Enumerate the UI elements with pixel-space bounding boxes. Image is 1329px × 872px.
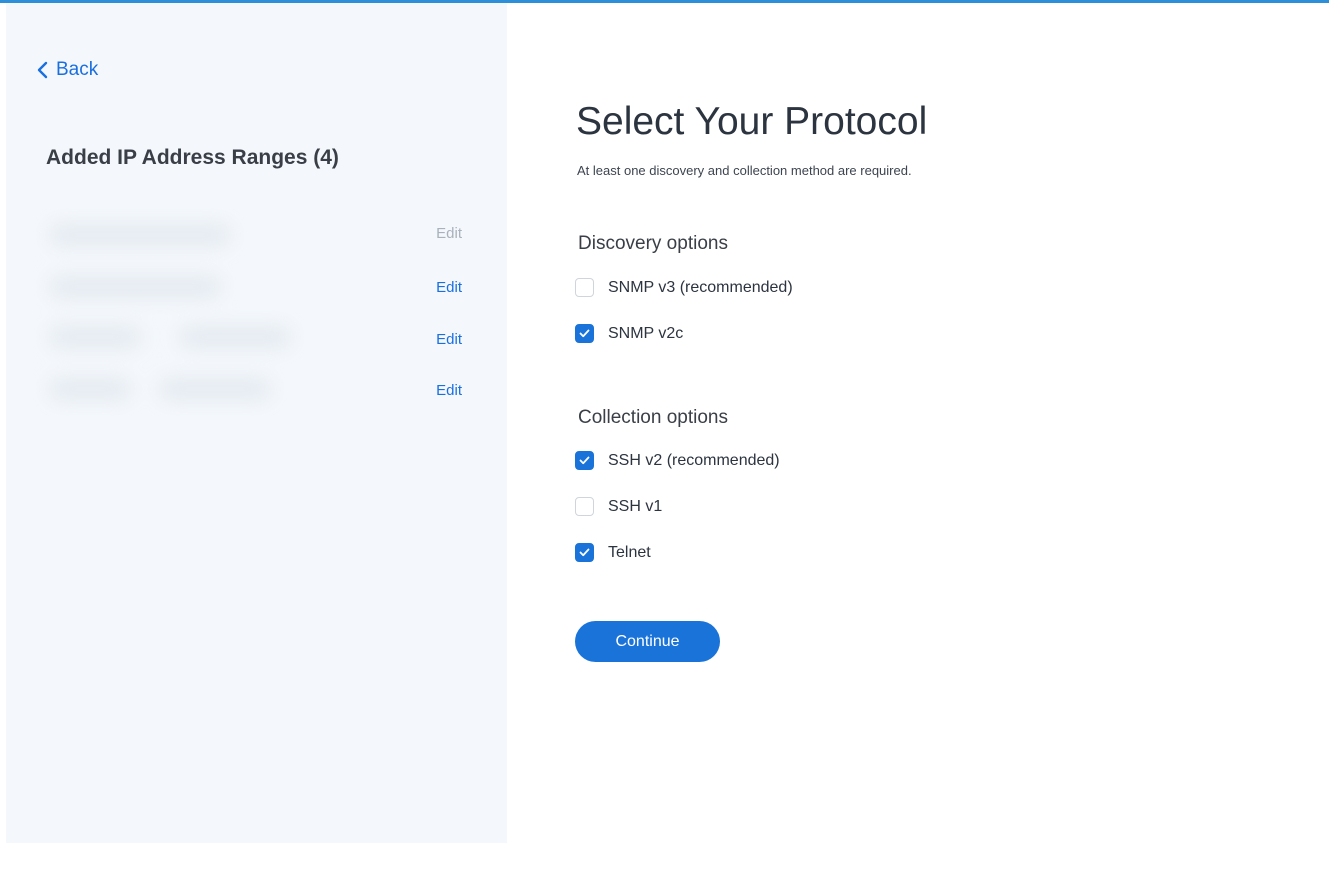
redacted-ip-ranges [40, 219, 300, 419]
option-snmp-v3[interactable]: SNMP v3 (recommended) [575, 278, 793, 297]
sidebar: Back Added IP Address Ranges (4) Edit Ed… [6, 3, 507, 843]
option-telnet[interactable]: Telnet [575, 543, 651, 562]
continue-button[interactable]: Continue [575, 621, 720, 662]
checkbox-snmp-v3[interactable] [575, 278, 594, 297]
option-label: SSH v1 [608, 497, 663, 515]
page-subtitle: At least one discovery and collection me… [577, 163, 912, 178]
discovery-options-heading: Discovery options [578, 233, 728, 254]
ip-range-list: Edit Edit Edit Edit [40, 219, 470, 419]
page-title: Select Your Protocol [576, 100, 928, 143]
edit-range-4-link[interactable]: Edit [436, 382, 462, 399]
checkmark-icon [579, 456, 590, 465]
back-link-label: Back [56, 59, 99, 80]
option-label: SNMP v2c [608, 324, 684, 342]
checkbox-telnet[interactable] [575, 543, 594, 562]
checkbox-ssh-v1[interactable] [575, 497, 594, 516]
edit-range-2-link[interactable]: Edit [436, 279, 462, 296]
checkbox-ssh-v2[interactable] [575, 451, 594, 470]
option-ssh-v1[interactable]: SSH v1 [575, 497, 662, 516]
edit-range-1-link[interactable]: Edit [436, 225, 462, 242]
chevron-left-icon [37, 61, 48, 79]
sidebar-title: Added IP Address Ranges (4) [46, 146, 339, 169]
option-ssh-v2[interactable]: SSH v2 (recommended) [575, 451, 780, 470]
option-snmp-v2c[interactable]: SNMP v2c [575, 324, 683, 343]
collection-options-heading: Collection options [578, 407, 728, 428]
checkbox-snmp-v2c[interactable] [575, 324, 594, 343]
edit-range-3-link[interactable]: Edit [436, 331, 462, 348]
checkmark-icon [579, 548, 590, 557]
option-label: SSH v2 (recommended) [608, 451, 780, 469]
checkmark-icon [579, 329, 590, 338]
option-label: SNMP v3 (recommended) [608, 278, 793, 296]
back-link[interactable]: Back [36, 59, 98, 81]
option-label: Telnet [608, 543, 651, 561]
